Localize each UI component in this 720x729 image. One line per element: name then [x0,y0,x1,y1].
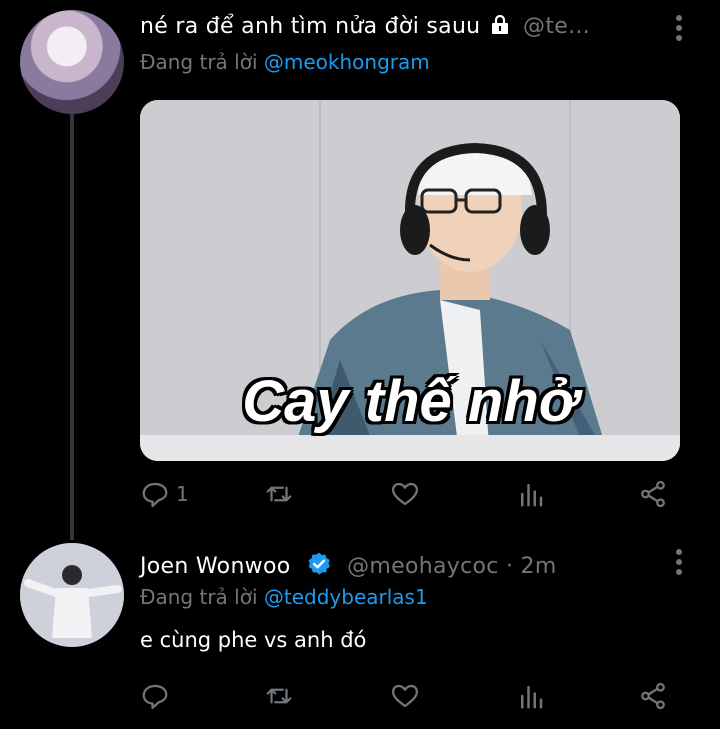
analytics-button[interactable] [516,476,546,512]
retweet-button[interactable] [264,678,294,714]
thread-line [70,114,74,540]
reply-count: 1 [176,482,189,506]
retweet-icon [266,688,292,704]
avatar-photo [20,543,124,647]
replying-to: Đang trả lời @meokhongram [140,50,430,74]
tweet-actions: 1 [140,476,680,512]
avatar[interactable] [20,543,124,647]
reply-button[interactable] [140,678,170,714]
retweet-button[interactable] [264,476,294,512]
share-icon [641,480,665,508]
replying-to: Đang trả lời @teddybearlas1 [140,585,428,609]
like-icon [392,684,418,708]
reply-icon [142,482,168,507]
avatar[interactable] [20,10,124,114]
share-button[interactable] [638,476,668,512]
share-button[interactable] [638,678,668,714]
user-handle[interactable]: @te... [523,14,590,39]
tweet-text: né ra để anh tìm nửa đời sauu [140,14,481,39]
media-caption: Cay thế nhở [242,369,578,434]
separator: · [505,554,514,579]
like-button[interactable] [390,476,420,512]
mention-link[interactable]: @meokhongram [264,50,430,74]
display-name[interactable]: Joen Wonwoo [140,554,291,579]
timestamp[interactable]: 2m [521,554,557,579]
replying-prefix: Đang trả lời [140,585,258,609]
tweet-actions [140,678,680,714]
verified-icon [306,551,332,577]
more-icon[interactable] [674,14,684,42]
retweet-icon [266,486,292,502]
tweet-media[interactable]: Cay thế nhở [140,100,680,461]
mention-link[interactable]: @teddybearlas1 [264,585,428,609]
lock-icon [490,14,510,35]
replying-prefix: Đang trả lời [140,50,258,74]
analytics-icon [521,686,543,709]
reply-icon [142,684,168,709]
reply-button[interactable]: 1 [140,476,189,512]
analytics-button[interactable] [516,678,546,714]
more-icon[interactable] [674,548,684,576]
tweet-text: e cùng phe vs anh đó [140,628,367,652]
like-icon [392,482,418,506]
tweet-header: né ra để anh tìm nửa đời sauu @te... [140,14,590,39]
user-handle[interactable]: @meohaycoc [347,554,499,579]
tweet-header: Joen Wonwoo @meohaycoc · 2m [140,551,557,579]
share-icon [641,682,665,710]
like-button[interactable] [390,678,420,714]
analytics-icon [521,484,543,507]
